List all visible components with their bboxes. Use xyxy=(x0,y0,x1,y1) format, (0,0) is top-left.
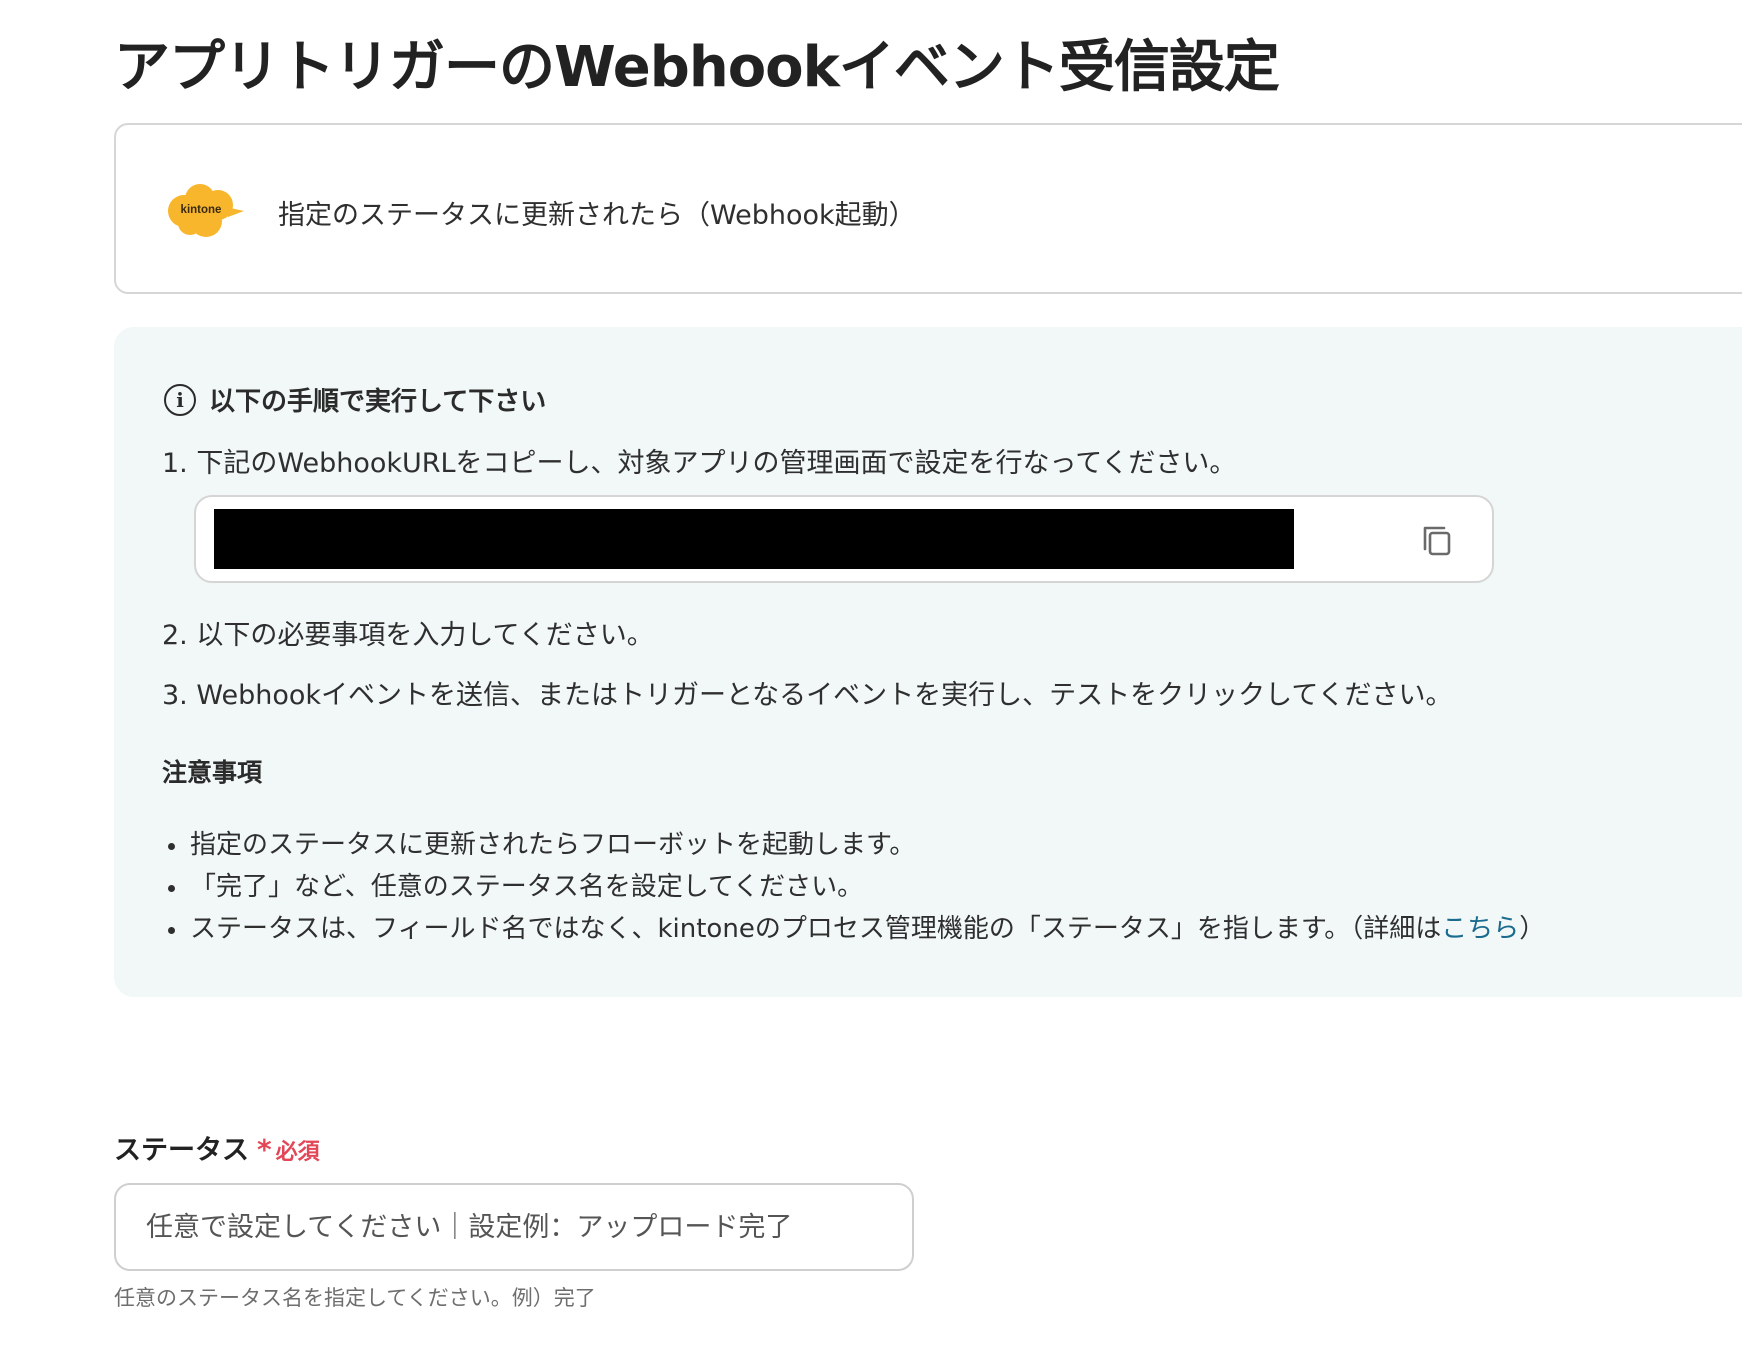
note-item-end: ） xyxy=(1519,914,1546,944)
instruction-step-3: 3. Webhookイベントを送信、またはトリガーとなるイベントを実行し、テスト… xyxy=(162,680,1453,711)
page-title: アプリトリガーのWebhookイベント受信設定 xyxy=(114,35,1280,100)
webhook-url-redacted xyxy=(214,509,1294,569)
note-item: ステータスは、フィールド名ではなく、kintoneのプロセス管理機能の「ステータ… xyxy=(162,908,1545,950)
note-item: 指定のステータスに更新されたらフローボットを起動します。 xyxy=(162,824,1545,866)
info-icon: i xyxy=(164,383,196,416)
trigger-card: kintone 指定のステータスに更新されたら（Webhook起動） xyxy=(114,123,1742,294)
status-input[interactable] xyxy=(114,1183,914,1271)
instruction-step-1: 1. 下記のWebhookURLをコピーし、対象アプリの管理画面で設定を行なって… xyxy=(162,448,1237,479)
note-item: 「完了」など、任意のステータス名を設定してください。 xyxy=(162,866,1545,908)
notes-list: 指定のステータスに更新されたらフローボットを起動します。 「完了」など、任意のス… xyxy=(162,824,1545,950)
note-item-text: ステータスは、フィールド名ではなく、kintoneのプロセス管理機能の「ステータ… xyxy=(190,914,1442,944)
instructions-header: i 以下の手順で実行して下さい xyxy=(164,381,546,418)
copy-icon xyxy=(1423,526,1451,556)
status-label-text: ステータス xyxy=(114,1135,249,1166)
required-badge: 必須 xyxy=(275,1140,320,1165)
required-asterisk: * xyxy=(257,1133,272,1166)
trigger-event-label: 指定のステータスに更新されたら（Webhook起動） xyxy=(278,200,916,231)
svg-text:kintone: kintone xyxy=(181,204,222,216)
kintone-logo: kintone xyxy=(166,181,244,239)
instructions-heading: 以下の手順で実行して下さい xyxy=(209,387,547,417)
instruction-step-2: 2. 以下の必要事項を入力してください。 xyxy=(162,620,654,651)
details-link[interactable]: こちら xyxy=(1441,914,1519,944)
page: アプリトリガーのWebhookイベント受信設定 kintone 指定のステータス… xyxy=(0,0,1742,1350)
notes-title: 注意事項 xyxy=(162,758,263,787)
status-helper-text: 任意のステータス名を指定してください。例）完了 xyxy=(114,1286,596,1310)
instructions-panel: i 以下の手順で実行して下さい 1. 下記のWebhookURLをコピーし、対象… xyxy=(114,327,1742,997)
copy-url-button[interactable] xyxy=(1414,517,1460,563)
status-field-label: ステータス * 必須 xyxy=(114,1128,320,1167)
